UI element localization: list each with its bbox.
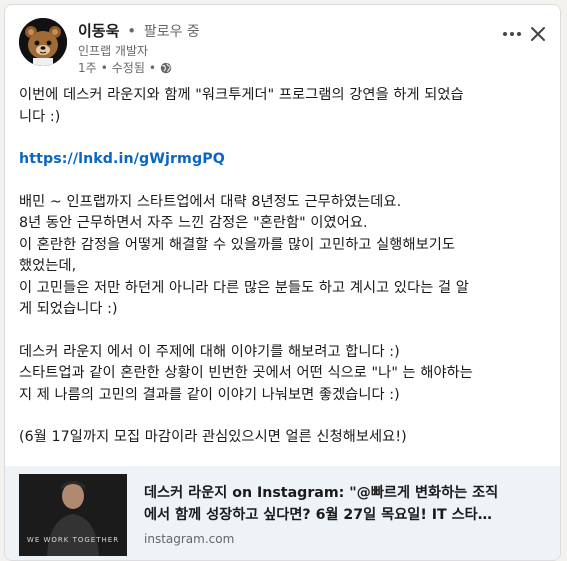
- meta-separator: •: [148, 60, 156, 75]
- body-line: 니다 :): [19, 108, 61, 125]
- bear-avatar-icon: [19, 18, 67, 66]
- preview-title-line: 에서 함께 성장하고 싶다면? 6월 27일 목요일! IT 스타…: [144, 507, 492, 523]
- more-options-button[interactable]: [500, 22, 524, 46]
- body-line: 이번에 데스커 라운지와 함께 "워크투게더" 프로그램의 강연을 하게 되었습: [19, 87, 464, 103]
- dismiss-post-button[interactable]: [526, 22, 550, 46]
- preview-thumbnail: WE WORK TOGETHER: [19, 474, 127, 556]
- thumbnail-caption: WE WORK TOGETHER: [26, 536, 120, 544]
- body-line: 이 혼란한 감정을 어떻게 해결할 수 있을까를 많이 고민하고 실행해보기도: [19, 236, 456, 253]
- post-meta: 1주 • 수정됨 •: [78, 59, 172, 76]
- edited-label: 수정됨: [111, 61, 145, 75]
- author-avatar[interactable]: [19, 18, 67, 66]
- close-icon: [531, 27, 545, 41]
- preview-title-line: 데스커 라운지 on Instagram: "@빠르게 변화하는 조직: [144, 485, 499, 501]
- body-line: 했었는데,: [19, 258, 77, 274]
- preview-title[interactable]: 데스커 라운지 on Instagram: "@빠르게 변화하는 조직 에서 함…: [144, 482, 539, 526]
- author-headline: 인프랩 개발자: [78, 44, 149, 58]
- post-time: 1주: [78, 61, 97, 75]
- body-line: 이 고민들은 저만 하던게 아니라 다른 많은 분들도 하고 계시고 있다는 걸…: [19, 279, 469, 296]
- more-horizontal-icon: [503, 32, 521, 36]
- meta-separator: •: [100, 60, 108, 75]
- body-line: 8년 동안 근무하면서 자주 느낀 감정은 "혼란함" 이였어요.: [19, 215, 368, 231]
- globe-icon: [160, 62, 172, 73]
- body-line: 지 제 나름의 고민의 결과를 같이 이야기 나눠보면 좋겠습니다 :): [19, 386, 400, 403]
- author-name-line: 이동욱 • 팔로우 중: [78, 20, 200, 41]
- body-line: 배민 ~ 인프랩까지 스타트업에서 대략 8년정도 근무하였는데요.: [19, 193, 402, 210]
- preview-domain: instagram.com: [144, 532, 235, 546]
- post-link[interactable]: https://lnkd.in/gWjrmgPQ: [19, 151, 225, 167]
- post-body: 이번에 데스커 라운지와 함께 "워크투게더" 프로그램의 강연을 하게 되었습…: [19, 85, 549, 449]
- follow-status: 팔로우 중: [143, 24, 200, 40]
- separator-dot: •: [127, 22, 137, 40]
- link-preview-card[interactable]: WE WORK TOGETHER 데스커 라운지 on Instagram: "…: [5, 466, 560, 560]
- body-line: (6월 17일까지 모집 마감이라 관심있으시면 얼른 신청해보세요!): [19, 429, 407, 445]
- body-line: 게 되었습니다 :): [19, 301, 118, 317]
- post-card: 이동욱 • 팔로우 중 인프랩 개발자 1주 • 수정됨 • 이번에 데스커 라…: [4, 4, 561, 561]
- author-name[interactable]: 이동욱: [78, 22, 119, 40]
- body-line: 스타트업과 같이 혼란한 상황이 빈번한 곳에서 어떤 식으로 "나" 는 해야…: [19, 365, 473, 381]
- body-line: 데스커 라운지 에서 이 주제에 대해 이야기를 해보려고 합니다 :): [19, 343, 400, 360]
- post-header: 이동욱 • 팔로우 중 인프랩 개발자 1주 • 수정됨 •: [19, 18, 546, 76]
